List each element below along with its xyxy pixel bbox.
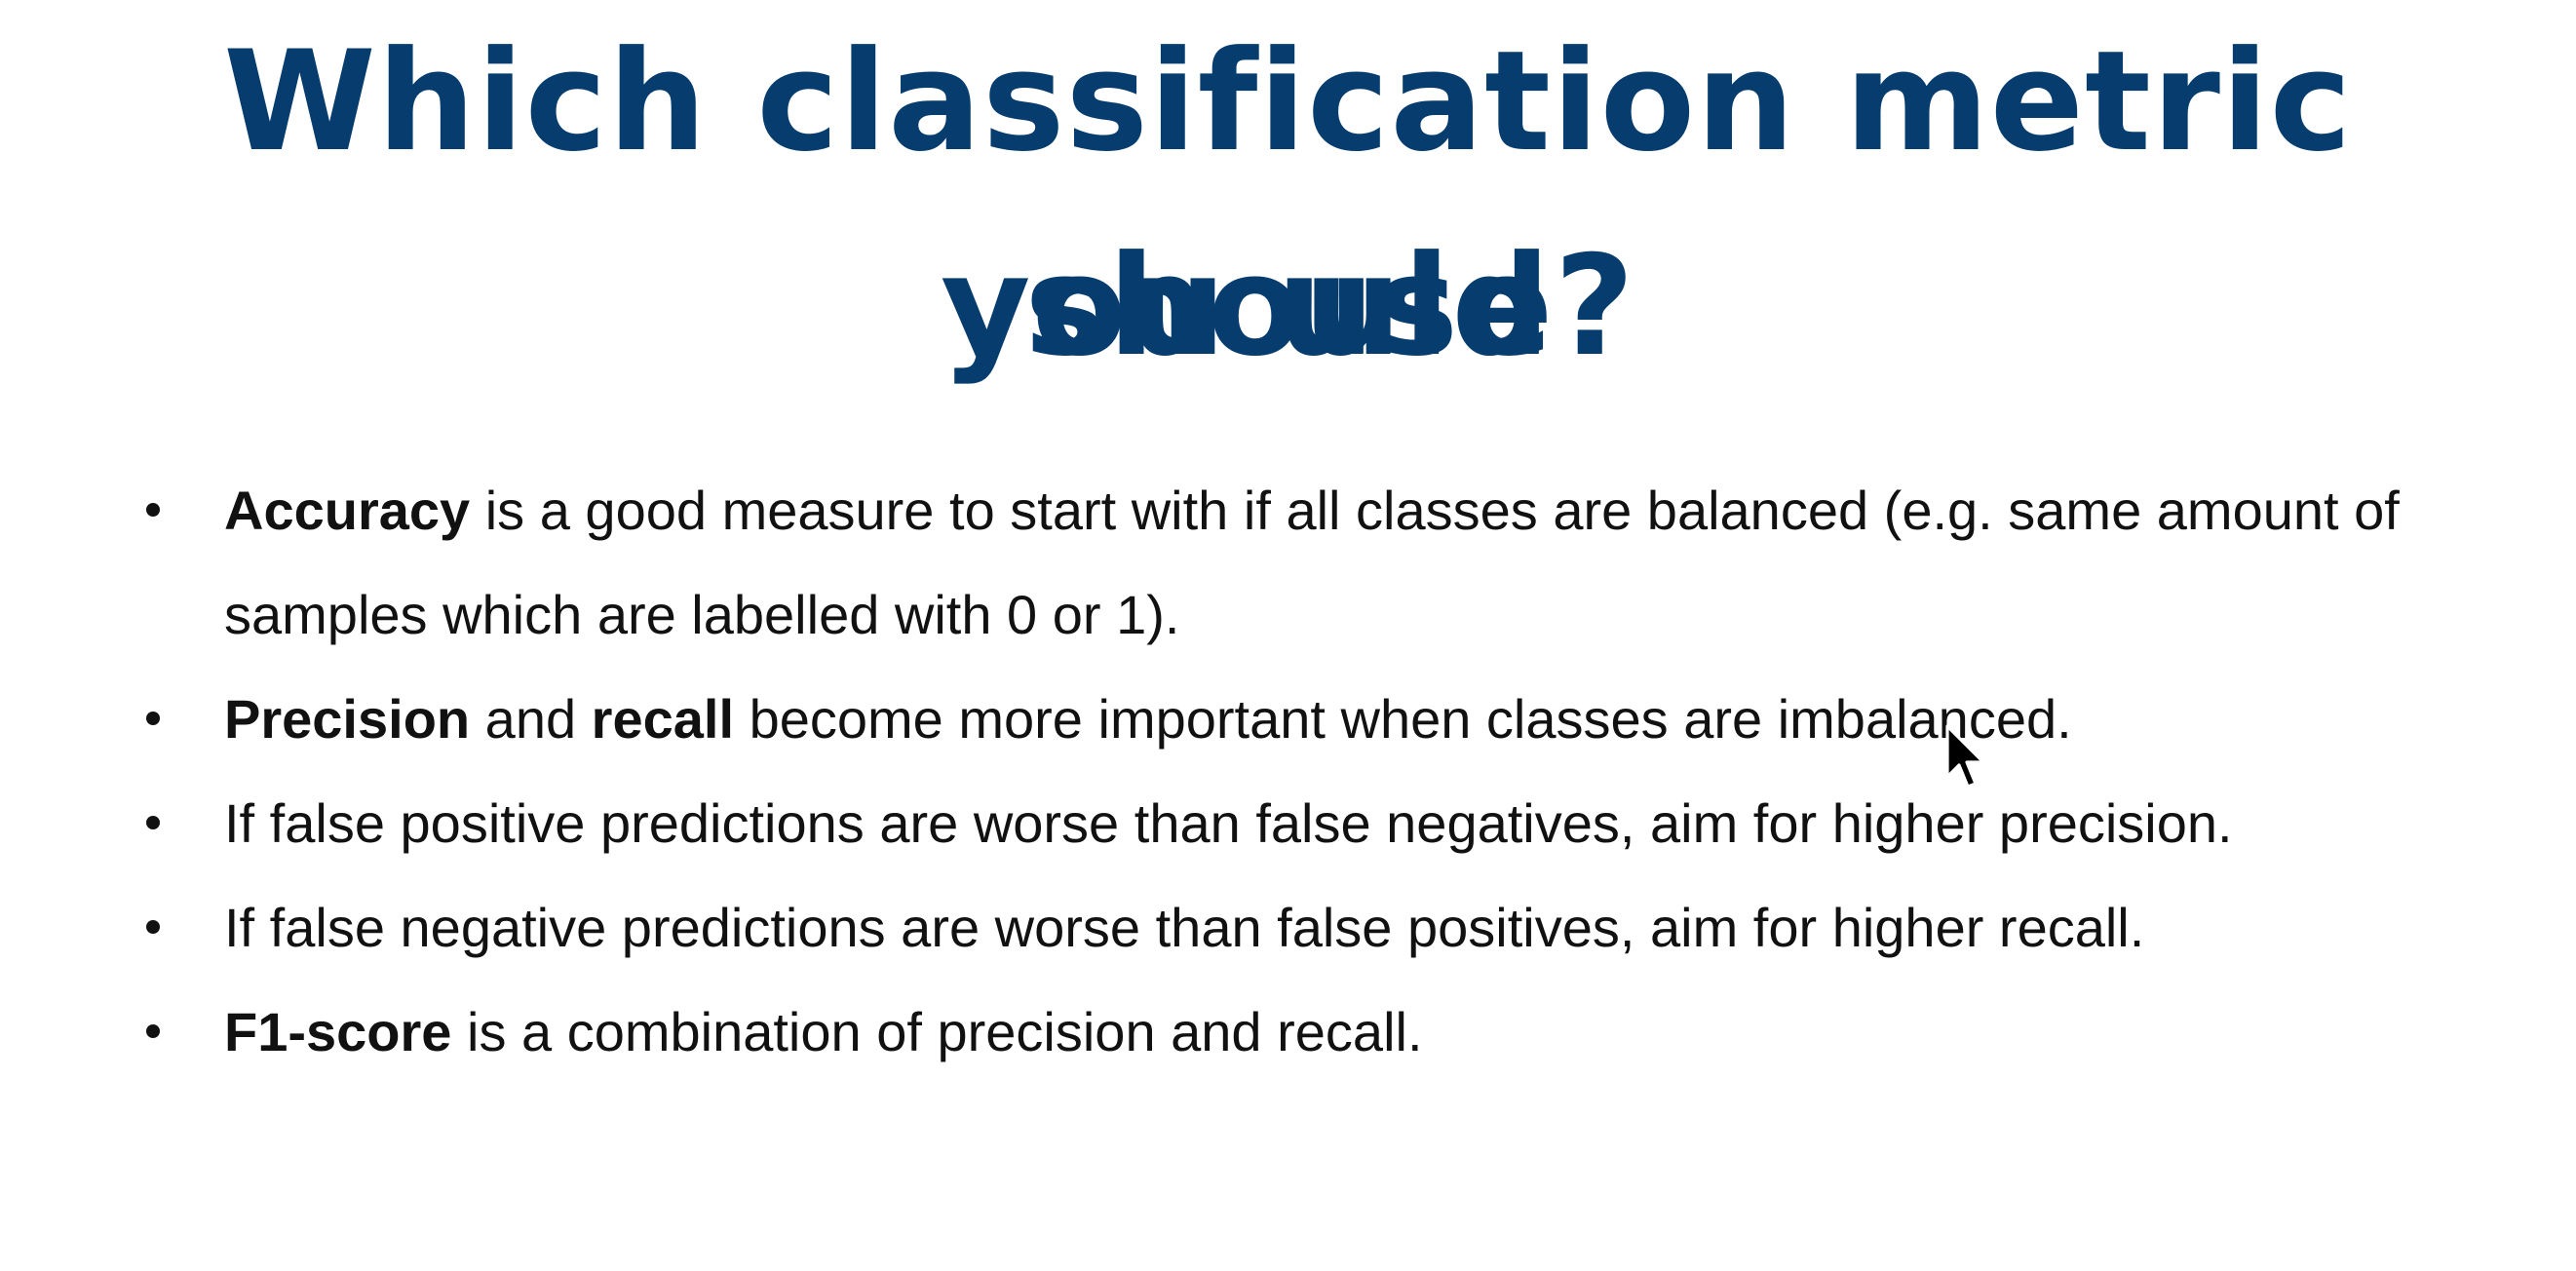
slide-title: Which classification metric should you u… (0, 0, 2576, 409)
bullet-dot-icon (146, 816, 160, 829)
bullet-text: Accuracy is a good measure to start with… (224, 480, 2400, 645)
bullet-list: Accuracy is a good measure to start with… (146, 458, 2524, 1084)
bullet-item-false-negative: If false negative predictions are worse … (146, 875, 2524, 980)
slide: Which classification metric should you u… (0, 0, 2576, 1271)
bullet-bold-term: recall (591, 688, 735, 750)
bullet-body: If false positive predictions are worse … (224, 792, 2233, 854)
bullet-body: become more important when classes are i… (734, 688, 2072, 750)
mouse-pointer-icon (1945, 724, 1985, 789)
bullet-dot-icon (146, 1024, 160, 1038)
bullet-text: Precision and recall become more importa… (224, 688, 2072, 750)
bullet-item-accuracy: Accuracy is a good measure to start with… (146, 458, 2524, 667)
bullet-body: is a combination of precision and recall… (451, 1001, 1423, 1062)
bullet-body: is a good measure to start with if all c… (224, 480, 2400, 645)
bullet-body: If false negative predictions are worse … (224, 897, 2145, 958)
bullet-dot-icon (146, 920, 160, 934)
bullet-item-precision-recall: Precision and recall become more importa… (146, 667, 2524, 771)
bullet-bold-term: F1-score (224, 1001, 452, 1062)
bullet-bold-term: Precision (224, 688, 471, 750)
bullet-dot-icon (146, 712, 160, 725)
bullet-body: and (470, 688, 592, 750)
bullet-item-f1-score: F1-score is a combination of precision a… (146, 980, 2524, 1084)
bullet-text: F1-score is a combination of precision a… (224, 1001, 1423, 1062)
bullet-bold-term: Accuracy (224, 480, 471, 541)
slide-title-line-1: Which classification metric should (223, 21, 2353, 387)
bullet-dot-icon (146, 503, 160, 517)
slide-title-line-2: you use? (941, 226, 1635, 387)
bullet-item-false-positive: If false positive predictions are worse … (146, 771, 2524, 875)
